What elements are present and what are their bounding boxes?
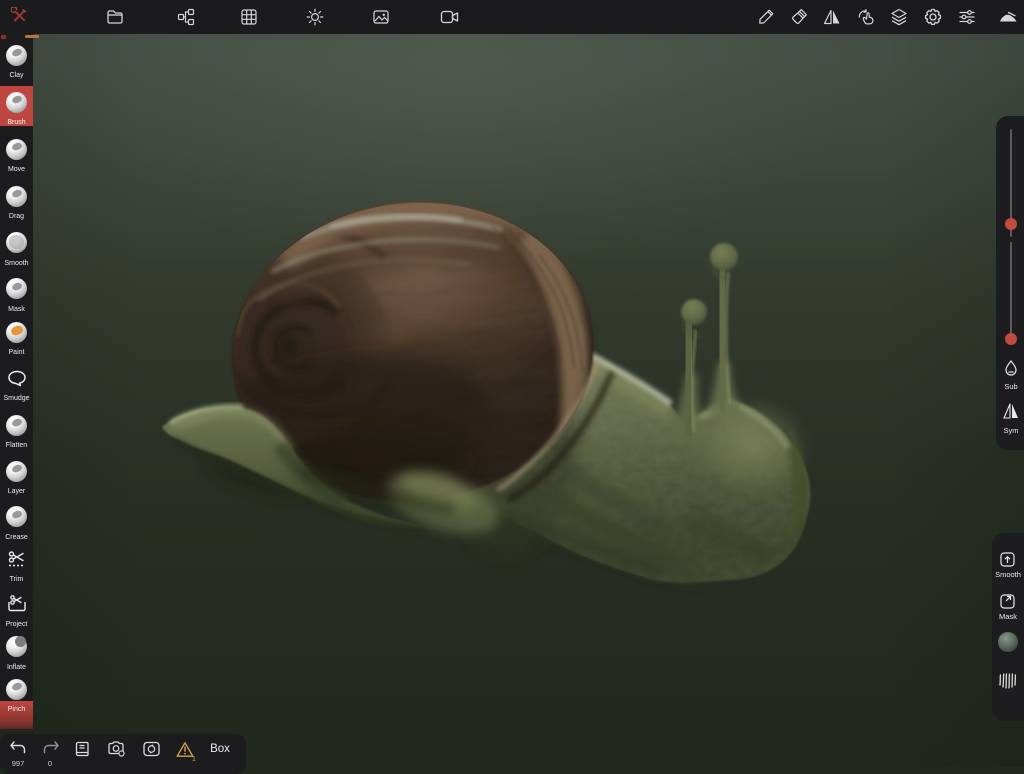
svg-text:Sym: Sym <box>1004 426 1019 435</box>
svg-text:Sub: Sub <box>1004 382 1017 391</box>
svg-text:Mask: Mask <box>999 612 1017 621</box>
svg-text:Smooth: Smooth <box>995 570 1021 579</box>
